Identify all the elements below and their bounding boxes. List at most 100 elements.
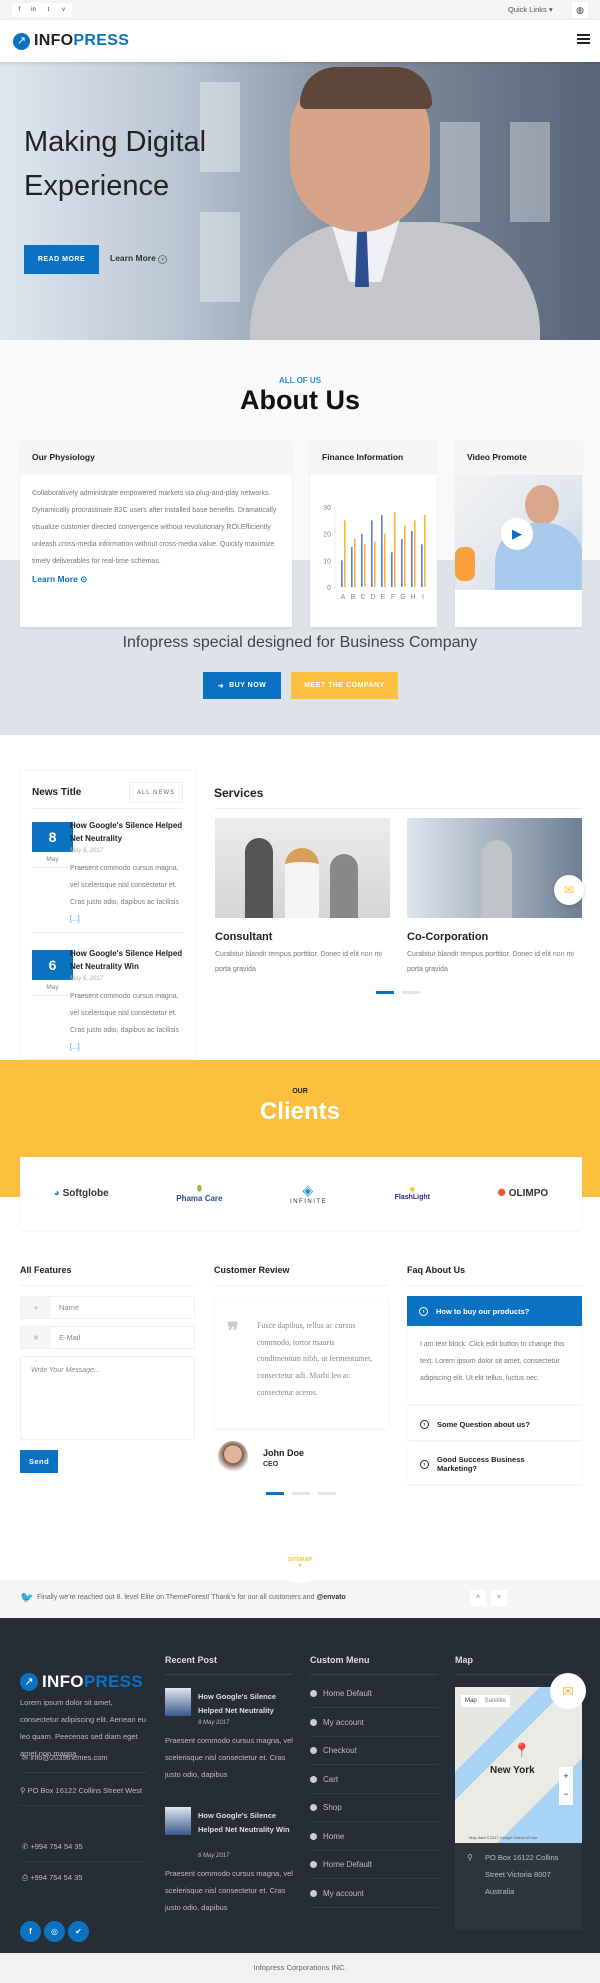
chevron-circle-icon: › bbox=[420, 1419, 429, 1429]
service-title: Consultant bbox=[215, 931, 273, 943]
menu-label: Checkout bbox=[323, 1746, 357, 1755]
video-card: Video Promote ▶ bbox=[455, 440, 582, 627]
footer-menu-item[interactable]: Cart bbox=[310, 1766, 438, 1794]
carousel-dot-active[interactable] bbox=[376, 991, 394, 994]
faq-item[interactable]: › Good Success Business Marketing? bbox=[408, 1444, 582, 1484]
bar-s2-A bbox=[344, 520, 346, 587]
faq-question: Good Success Business Marketing? bbox=[437, 1455, 525, 1473]
menu-label: Shop bbox=[323, 1803, 342, 1812]
recent-post-title: Recent Post bbox=[165, 1655, 218, 1665]
map-address-box: ⚲ PO Box 16122 Collins Street Victoria 8… bbox=[455, 1843, 582, 1930]
video-thumbnail[interactable]: ▶ bbox=[455, 475, 582, 590]
client-logo-olimpo[interactable]: ✺ OLIMPO bbox=[498, 1188, 549, 1199]
consultant-image[interactable] bbox=[215, 818, 390, 918]
physiology-card: Our Physiology Collaboratively administr… bbox=[20, 440, 292, 627]
send-button[interactable]: Send bbox=[20, 1450, 58, 1473]
mail-float-button[interactable]: ✉ bbox=[554, 875, 584, 905]
menu-label: Home bbox=[323, 1831, 345, 1841]
client-logo-flashlight[interactable]: ✹ FlashLight bbox=[395, 1186, 430, 1201]
finance-card: Finance Information 0 10 20 30 A B C D E F G H I bbox=[310, 440, 437, 627]
menu-label: Home Default bbox=[323, 1689, 372, 1698]
mail-float-button[interactable]: ✉ bbox=[550, 1673, 586, 1709]
footer-menu-item[interactable]: My account bbox=[310, 1880, 438, 1908]
client-logo-infinite[interactable]: ◈ INFINITE bbox=[290, 1182, 327, 1205]
facebook-icon[interactable]: f bbox=[13, 4, 26, 16]
tweet-handle[interactable]: @envato bbox=[316, 1594, 345, 1601]
post-title[interactable]: How Google's Silence Helped Net Neutrali… bbox=[198, 1809, 290, 1837]
faq-item[interactable]: › Some Question about us? bbox=[408, 1408, 582, 1440]
globe-icon[interactable]: ◍ bbox=[572, 2, 588, 18]
name-input[interactable]: ● Name bbox=[20, 1296, 195, 1319]
news-item-title[interactable]: How Google's Silence Helped Net Neutrali… bbox=[70, 948, 185, 973]
sitemap-toggle[interactable]: SITEMAP ▾ bbox=[281, 1545, 319, 1583]
faq-item-active[interactable]: › How to buy our products? bbox=[407, 1296, 582, 1326]
user-icon: ● bbox=[21, 1297, 51, 1318]
facebook-icon[interactable]: f bbox=[20, 1921, 41, 1942]
map-zoom-controls[interactable]: + − bbox=[559, 1767, 573, 1805]
faq-answer: I am text block. Click edit button to ch… bbox=[408, 1326, 582, 1404]
satellite-tab[interactable]: Satellite bbox=[485, 1698, 506, 1704]
read-more-link[interactable]: [...] bbox=[70, 916, 80, 923]
chevron-circle-icon bbox=[310, 1775, 317, 1783]
post-thumbnail[interactable] bbox=[165, 1807, 191, 1835]
tumblr-icon[interactable]: t bbox=[42, 4, 55, 16]
footer-menu-item[interactable]: Home Default bbox=[310, 1851, 438, 1879]
client-logo-text: INFINITE bbox=[290, 1199, 328, 1205]
footer-email[interactable]: ✉ info@2035themes.com bbox=[22, 1749, 147, 1773]
map-pin-icon: ⚲ bbox=[20, 1786, 26, 1795]
footer-menu-item[interactable]: My account bbox=[310, 1709, 438, 1737]
hero-title-line2: Experience bbox=[24, 170, 170, 202]
x-tick-label: G bbox=[400, 594, 405, 601]
play-icon[interactable]: ▶ bbox=[501, 518, 533, 550]
instagram-icon[interactable]: ◎ bbox=[44, 1921, 65, 1942]
all-news-button[interactable]: ALL NEWS bbox=[129, 782, 183, 803]
vimeo-icon[interactable]: v bbox=[57, 4, 70, 16]
tweet-body: Finally we're reached out 8. level Elite… bbox=[37, 1594, 317, 1601]
bar-s2-C bbox=[364, 544, 366, 587]
tweet-next-button[interactable]: ˅ bbox=[491, 1590, 507, 1606]
footer-menu-item[interactable]: Shop bbox=[310, 1794, 438, 1822]
read-more-button[interactable]: READ MORE bbox=[24, 245, 99, 274]
hero-title-line1: Making Digital bbox=[24, 126, 207, 158]
linkedin-icon[interactable]: in bbox=[27, 4, 40, 16]
client-logo-softglobe[interactable]: ◕ Softglobe bbox=[54, 1188, 109, 1199]
tweet-prev-button[interactable]: ˄ bbox=[470, 1590, 486, 1606]
logo-icon: ↗ bbox=[13, 33, 30, 50]
client-logo-phama-care[interactable]: ⬮ Phama Care bbox=[176, 1184, 222, 1203]
map-tab[interactable]: Map bbox=[465, 1698, 477, 1704]
review-dot[interactable] bbox=[318, 1492, 336, 1495]
email-input[interactable]: ■ E-Mail bbox=[20, 1326, 195, 1349]
map-pin-icon: ⚲ bbox=[467, 1853, 473, 1862]
reviewer-avatar bbox=[218, 1441, 248, 1479]
review-dot[interactable] bbox=[292, 1492, 310, 1495]
buy-now-button[interactable]: ➜ BUY NOW bbox=[203, 672, 281, 699]
twitter-icon[interactable]: ✔ bbox=[68, 1921, 89, 1942]
hamburger-icon[interactable] bbox=[577, 34, 590, 44]
post-thumbnail[interactable] bbox=[165, 1688, 191, 1716]
read-more-link[interactable]: [...] bbox=[70, 1044, 80, 1051]
carousel-dot[interactable] bbox=[402, 991, 420, 994]
physiology-learn-more-link[interactable]: Learn More ⊙ bbox=[20, 570, 292, 589]
services-title: Services bbox=[214, 786, 264, 800]
chevron-circle-icon bbox=[310, 1832, 317, 1840]
news-date-day: 8 bbox=[32, 822, 73, 852]
x-tick-label: D bbox=[370, 594, 375, 601]
message-textarea[interactable]: Write Your Message... bbox=[20, 1356, 195, 1440]
footer-menu-item[interactable]: Home Default bbox=[310, 1680, 438, 1708]
footer-logo[interactable]: INFOPRESS bbox=[42, 1672, 143, 1692]
co-corporation-image[interactable] bbox=[407, 818, 582, 918]
review-dot-active[interactable] bbox=[266, 1492, 284, 1495]
footer-social: f ◎ ✔ bbox=[20, 1921, 89, 1942]
learn-more-link[interactable]: Learn More › bbox=[110, 253, 168, 264]
header: ↗ INFOPRESS bbox=[0, 20, 600, 62]
footer-menu-item[interactable]: Checkout bbox=[310, 1737, 438, 1765]
footer-menu-item[interactable]: Home bbox=[310, 1823, 438, 1851]
news-item-title[interactable]: How Google's Silence Helped Net Neutrali… bbox=[70, 820, 185, 845]
post-title[interactable]: How Google's Silence Helped Net Neutrali… bbox=[198, 1690, 290, 1718]
faq-question: How to buy our products? bbox=[436, 1306, 530, 1316]
map-widget[interactable]: Map Satellite 📍 New York + − Map data ©201… bbox=[455, 1687, 582, 1843]
x-tick-label: F bbox=[391, 594, 395, 601]
quick-links-dropdown[interactable]: Quick Links ▾ bbox=[508, 5, 553, 14]
logo[interactable]: INFOPRESS bbox=[34, 32, 129, 50]
meet-company-button[interactable]: MEET THE COMPANY bbox=[291, 672, 398, 699]
